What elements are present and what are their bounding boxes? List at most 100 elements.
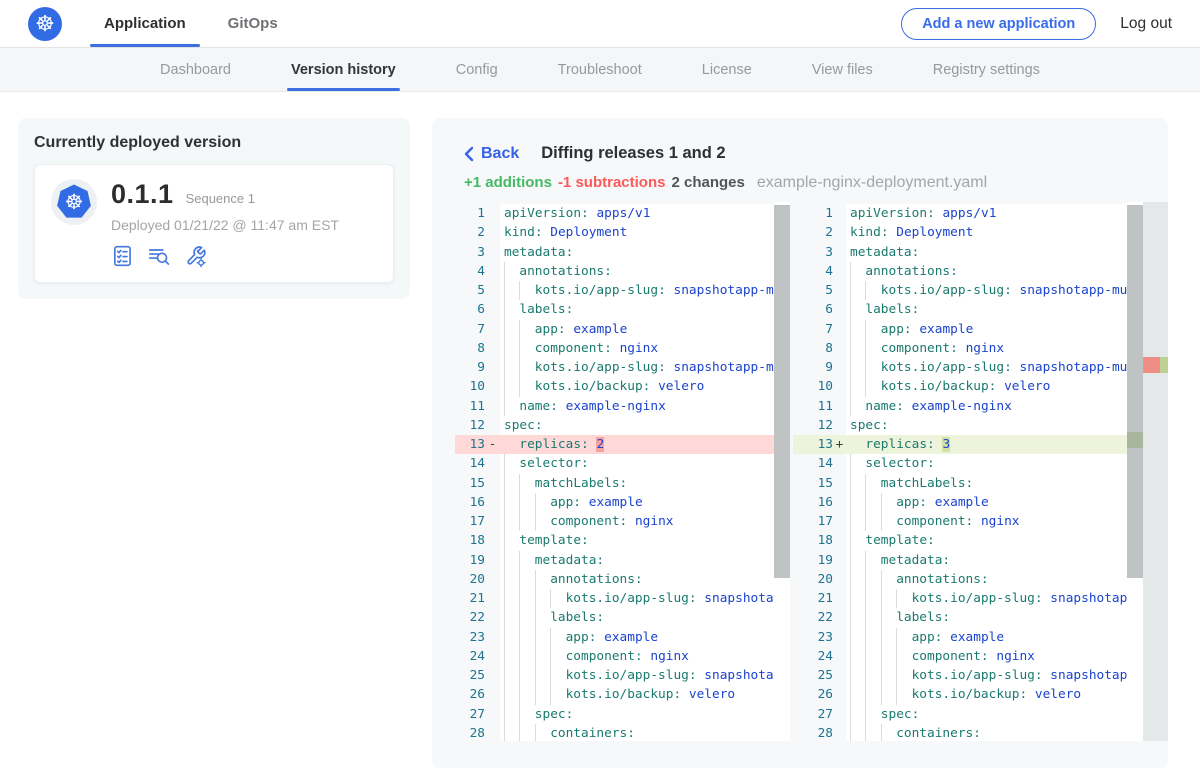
code-line-content: spec: [846,416,1127,435]
diff-marker [485,570,500,589]
diff-marker [833,705,846,724]
code-line: 20annotations: [793,570,1127,589]
diff-header: Back Diffing releases 1 and 2 [464,144,1150,163]
code-line-content: apiVersion: apps/v1 [500,204,774,223]
code-line-content: app: example [846,628,1127,647]
diff-marker [833,474,846,493]
code-line: 22labels: [455,608,774,627]
subnav-item-config[interactable]: Config [456,48,498,91]
kubernetes-logo[interactable]: ☸ [28,7,62,41]
logout-link[interactable]: Log out [1120,15,1172,33]
line-number: 26 [455,685,485,704]
vertical-scrollbar[interactable] [774,202,790,741]
diff-marker [485,666,500,685]
main-content: Currently deployed version ☸ 0.1.1 Seque… [0,92,1200,768]
line-number: 17 [793,512,833,531]
scrollbar-thumb[interactable] [774,205,790,578]
code-line-content: kots.io/app-slug: snapshotap [500,589,774,608]
chevron-left-icon [464,146,474,162]
line-number: 23 [455,628,485,647]
diff-pane-original[interactable]: 1apiVersion: apps/v12kind: Deployment3me… [455,202,790,741]
subnav-item-dashboard[interactable]: Dashboard [160,48,231,91]
line-number: 18 [793,531,833,550]
primary-tabs: Application GitOps [100,0,316,47]
code-line-content: name: example-nginx [846,397,1127,416]
diff-marker [485,608,500,627]
diff-marker [485,454,500,473]
code-line: 10kots.io/backup: velero [793,377,1127,396]
code-line: 15matchLabels: [455,474,774,493]
line-number: 5 [455,281,485,300]
subnav-item-troubleshoot[interactable]: Troubleshoot [558,48,642,91]
diff-title: Diffing releases 1 and 2 [541,144,725,163]
diff-marker [833,223,846,242]
code-line: 26kots.io/backup: velero [455,685,774,704]
line-number: 23 [793,628,833,647]
code-line: 26kots.io/backup: velero [793,685,1127,704]
code-line-content: kots.io/backup: velero [846,685,1127,704]
line-number: 15 [455,474,485,493]
sequence-label: Sequence 1 [186,191,255,206]
diff-marker [833,551,846,570]
line-number: 3 [455,243,485,262]
tab-application[interactable]: Application [100,0,190,47]
scrollbar-thumb[interactable] [1127,205,1143,578]
code-line: 17component: nginx [793,512,1127,531]
subnav-item-registry-settings[interactable]: Registry settings [933,48,1040,91]
tab-gitops[interactable]: GitOps [224,0,282,47]
line-number: 9 [793,358,833,377]
code-line: 6labels: [793,300,1127,319]
subnav-item-version-history[interactable]: Version history [291,48,396,91]
release-notes-icon[interactable] [111,244,135,268]
code-line-content: kind: Deployment [500,223,774,242]
code-line-content: metadata: [846,243,1127,262]
line-number: 21 [793,589,833,608]
code-line-content: labels: [500,300,774,319]
diff-mark-added [1160,357,1168,373]
diff-marker [833,628,846,647]
code-line: 18template: [455,531,774,550]
edit-config-icon[interactable] [183,244,207,268]
line-number: 1 [793,204,833,223]
code-line-content: annotations: [500,570,774,589]
kubernetes-helm-icon: ☸ [55,183,93,221]
diff-marker [485,416,500,435]
line-number: 27 [455,705,485,724]
code-line: 9kots.io/app-slug: snapshotapp-mu [793,358,1127,377]
line-number: 10 [793,377,833,396]
code-column[interactable]: 1apiVersion: apps/v12kind: Deployment3me… [793,202,1127,741]
code-line-content: kots.io/app-slug: snapshotap [846,589,1127,608]
line-number: 4 [455,262,485,281]
diff-marker [833,204,846,223]
view-files-icon[interactable] [147,244,171,268]
diff-card: Back Diffing releases 1 and 2 +1 additio… [432,118,1168,768]
subnav-item-view-files[interactable]: View files [812,48,873,91]
subnav-item-license[interactable]: License [702,48,752,91]
code-line: 25kots.io/app-slug: snapshotap [455,666,774,685]
code-line-content: containers: [846,724,1127,741]
code-line-content: replicas: 3 [846,435,1127,454]
code-line-content: kots.io/app-slug: snapshotap [846,666,1127,685]
code-line-content: labels: [846,300,1127,319]
code-line-content: component: nginx [846,647,1127,666]
code-line: 19metadata: [793,551,1127,570]
diff-marker [833,570,846,589]
add-application-button[interactable]: Add a new application [901,8,1096,40]
code-line-content: containers: [500,724,774,741]
code-line-content: kots.io/app-slug: snapshotapp-mu [500,281,774,300]
diff-marker [833,724,846,741]
code-column[interactable]: 1apiVersion: apps/v12kind: Deployment3me… [455,202,774,741]
code-line-content: app: example [846,493,1127,512]
diff-marker [485,724,500,741]
line-number: 20 [455,570,485,589]
vertical-scrollbar[interactable] [1127,202,1143,741]
diff-pane-modified[interactable]: 1apiVersion: apps/v12kind: Deployment3me… [793,202,1168,741]
line-number: 15 [793,474,833,493]
line-number: 2 [793,223,833,242]
code-line-content: spec: [500,416,774,435]
code-line-content: spec: [500,705,774,724]
line-number: 8 [793,339,833,358]
line-number: 14 [793,454,833,473]
back-link[interactable]: Back [464,145,519,163]
code-line-content: kind: Deployment [846,223,1127,242]
